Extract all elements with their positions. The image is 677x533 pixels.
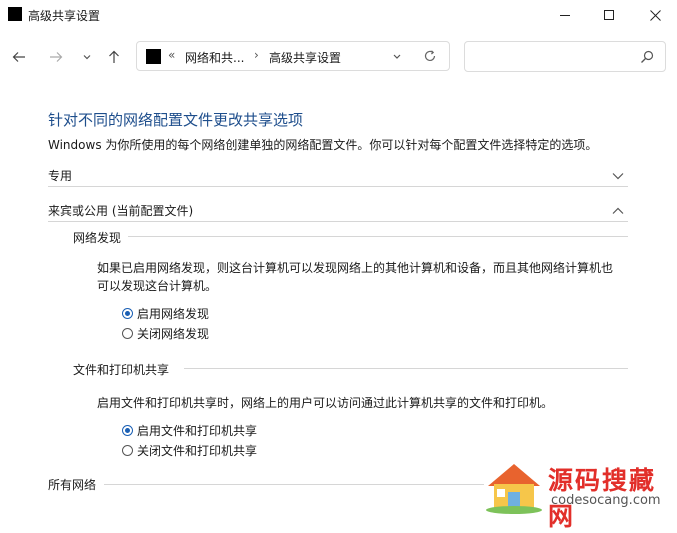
radio-label[interactable]: 启用文件和打印机共享 — [137, 422, 257, 439]
breadcrumb-advanced-sharing[interactable]: 高级共享设置 — [269, 49, 341, 66]
recent-locations-button[interactable] — [74, 44, 100, 70]
section-divider — [48, 186, 628, 187]
search-icon — [641, 50, 654, 63]
navigation-bar: « 网络和共... › 高级共享设置 — [0, 38, 677, 76]
address-dropdown-button[interactable] — [392, 50, 402, 64]
radio-unselected-icon[interactable] — [122, 445, 133, 456]
section-all-networks-label[interactable]: 所有网络 — [48, 476, 96, 493]
minimize-icon — [559, 14, 570, 16]
title-bar: 高级共享设置 — [0, 0, 677, 30]
app-icon — [8, 7, 22, 21]
control-panel-icon — [146, 49, 161, 64]
chevron-down-icon[interactable] — [612, 172, 624, 180]
radio-enable-file-sharing[interactable]: 启用文件和打印机共享 — [122, 422, 257, 439]
radio-selected-icon[interactable] — [122, 308, 133, 319]
chevron-up-icon[interactable] — [612, 207, 624, 215]
refresh-button[interactable] — [422, 48, 438, 67]
arrow-right-icon — [50, 52, 63, 62]
network-discovery-text-2: 可以发现这台计算机。 — [97, 279, 218, 293]
file-sharing-text: 启用文件和打印机共享时，网络上的用户可以访问通过此计算机共享的文件和打印机。 — [97, 396, 554, 410]
radio-disable-file-sharing[interactable]: 关闭文件和打印机共享 — [122, 442, 257, 459]
radio-disable-discovery[interactable]: 关闭网络发现 — [122, 325, 209, 342]
window-title: 高级共享设置 — [28, 9, 101, 23]
section-private-label[interactable]: 专用 — [48, 167, 72, 184]
radio-label[interactable]: 启用网络发现 — [137, 305, 209, 322]
close-icon — [649, 9, 661, 21]
section-divider — [48, 221, 628, 222]
maximize-button[interactable] — [587, 0, 631, 30]
search-box[interactable] — [464, 41, 666, 72]
radio-enable-discovery[interactable]: 启用网络发现 — [122, 305, 209, 322]
house-logo-icon — [486, 464, 542, 514]
breadcrumb-network-sharing[interactable]: 网络和共... — [185, 49, 244, 66]
section-public-label[interactable]: 来宾或公用 (当前配置文件) — [48, 202, 193, 219]
address-bar[interactable]: « 网络和共... › 高级共享设置 — [136, 41, 450, 71]
page-description: Windows 为你所使用的每个网络创建单独的网络配置文件。你可以针对每个配置文… — [48, 138, 598, 152]
back-button[interactable] — [6, 44, 32, 70]
refresh-icon — [424, 50, 436, 62]
forward-button[interactable] — [43, 44, 69, 70]
radio-unselected-icon[interactable] — [122, 328, 133, 339]
breadcrumb-overflow[interactable]: « — [168, 48, 175, 62]
maximize-icon — [603, 9, 614, 20]
radio-selected-icon[interactable] — [122, 425, 133, 436]
chevron-down-icon — [83, 55, 91, 60]
watermark-url: codesocang.com — [551, 493, 661, 508]
section-divider — [104, 484, 484, 485]
up-button[interactable] — [101, 44, 127, 70]
radio-label[interactable]: 关闭网络发现 — [137, 325, 209, 342]
minimize-button[interactable] — [543, 0, 587, 30]
network-discovery-text-1: 如果已启用网络发现，则这台计算机可以发现网络上的其他计算机和设备，而且其他网络计… — [97, 261, 614, 275]
chevron-down-icon — [393, 54, 401, 59]
page-title: 针对不同的网络配置文件更改共享选项 — [48, 111, 304, 129]
arrow-up-icon — [109, 50, 119, 63]
subsection-divider — [128, 236, 628, 237]
watermark: 源码搜藏网 codesocang.com — [478, 456, 677, 531]
arrow-left-icon — [12, 52, 25, 62]
radio-label[interactable]: 关闭文件和打印机共享 — [137, 442, 257, 459]
breadcrumb-separator[interactable]: › — [254, 48, 259, 62]
close-button[interactable] — [633, 0, 677, 30]
file-sharing-heading: 文件和打印机共享 — [73, 363, 170, 377]
network-discovery-heading: 网络发现 — [73, 231, 122, 245]
subsection-divider — [184, 368, 628, 369]
